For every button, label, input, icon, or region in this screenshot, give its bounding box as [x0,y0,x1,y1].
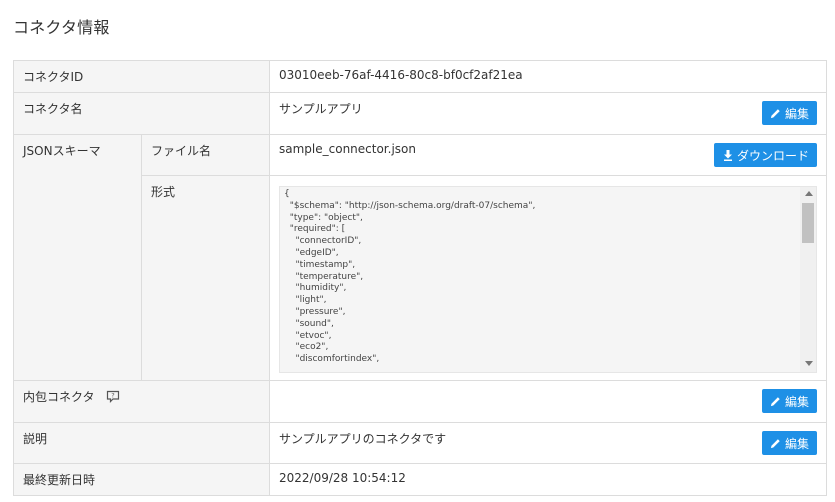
edit-connector-name-button[interactable]: 編集 [761,101,817,125]
file-name-label: ファイル名 [141,134,270,176]
code-line: "$schema": "http://json-schema.org/draft… [284,200,536,211]
file-name-value: sample_connector.json [279,142,416,156]
description-value: サンプルアプリのコネクタです [279,432,447,446]
code-line: "type": "object", [284,212,363,223]
json-schema-label: JSONスキーマ [13,134,142,381]
schema-code-text: { "$schema": "http://json-schema.org/dra… [280,187,816,366]
code-line: "timestamp", [284,259,356,270]
download-button[interactable]: ダウンロード [713,143,817,167]
row-description: 説明 サンプルアプリのコネクタです 編集 [13,422,827,464]
code-line: "sound", [284,318,334,329]
code-line: "pressure", [284,306,346,317]
code-line: "eco2", [284,342,329,353]
code-line: "connectorID", [284,236,362,247]
connector-id-value: 03010eeb-76af-4416-80c8-bf0cf2af21ea [269,60,827,93]
row-schema-file: JSONスキーマ ファイル名 sample_connector.json ダウン… [13,134,827,381]
format-cell: { "$schema": "http://json-schema.org/dra… [269,175,827,381]
svg-text:?: ? [112,392,115,400]
download-button-label: ダウンロード [736,148,809,163]
file-name-cell: sample_connector.json ダウンロード [269,134,827,176]
code-line: "required": [ [284,224,346,235]
pencil-icon [770,107,782,119]
row-updated: 最終更新日時 2022/09/28 10:54:12 [13,463,827,496]
description-label: 説明 [13,422,270,464]
edit-button-label: 編集 [784,106,809,121]
code-line: "discomfortindex", [284,354,380,365]
updated-value: 2022/09/28 10:54:12 [269,463,827,496]
code-line: "humidity", [284,283,347,294]
pencil-icon [770,395,782,407]
scroll-down-arrow-icon[interactable] [805,361,813,366]
updated-label: 最終更新日時 [13,463,270,496]
connector-name-cell: サンプルアプリ 編集 [269,92,827,135]
connector-id-label: コネクタID [13,60,270,93]
row-connector-name: コネクタ名 サンプルアプリ 編集 [13,92,827,135]
code-line: "light", [284,295,327,306]
edit-inner-connector-button[interactable]: 編集 [761,389,817,413]
scroll-thumb[interactable] [802,203,814,243]
edit-button-label: 編集 [784,436,809,451]
download-icon [722,149,734,161]
code-line: { [284,189,290,199]
edit-description-button[interactable]: 編集 [761,431,817,455]
schema-code-box[interactable]: { "$schema": "http://json-schema.org/dra… [279,186,817,373]
pencil-icon [770,437,782,449]
code-scrollbar[interactable] [800,187,816,372]
inner-connector-label-cell: 内包コネクタ ? [13,380,270,423]
inner-connector-label: 内包コネクタ [23,390,95,404]
help-icon[interactable]: ? [106,390,120,406]
code-line: "etvoc", [284,330,332,341]
row-inner-connector: 内包コネクタ ? 編集 [13,380,827,423]
format-label: 形式 [141,175,270,381]
code-line: "edgeID", [284,247,339,258]
connector-name-label: コネクタ名 [13,92,270,135]
connector-name-value: サンプルアプリ [279,102,363,116]
page-title: コネクタ情報 [13,18,110,37]
description-cell: サンプルアプリのコネクタです 編集 [269,422,827,464]
code-line: "temperature", [284,271,364,282]
edit-button-label: 編集 [784,394,809,409]
row-connector-id: コネクタID 03010eeb-76af-4416-80c8-bf0cf2af2… [13,60,827,93]
scroll-up-arrow-icon[interactable] [805,191,813,196]
connector-info-table: コネクタID 03010eeb-76af-4416-80c8-bf0cf2af2… [13,60,827,496]
inner-connector-cell: 編集 [269,380,827,423]
